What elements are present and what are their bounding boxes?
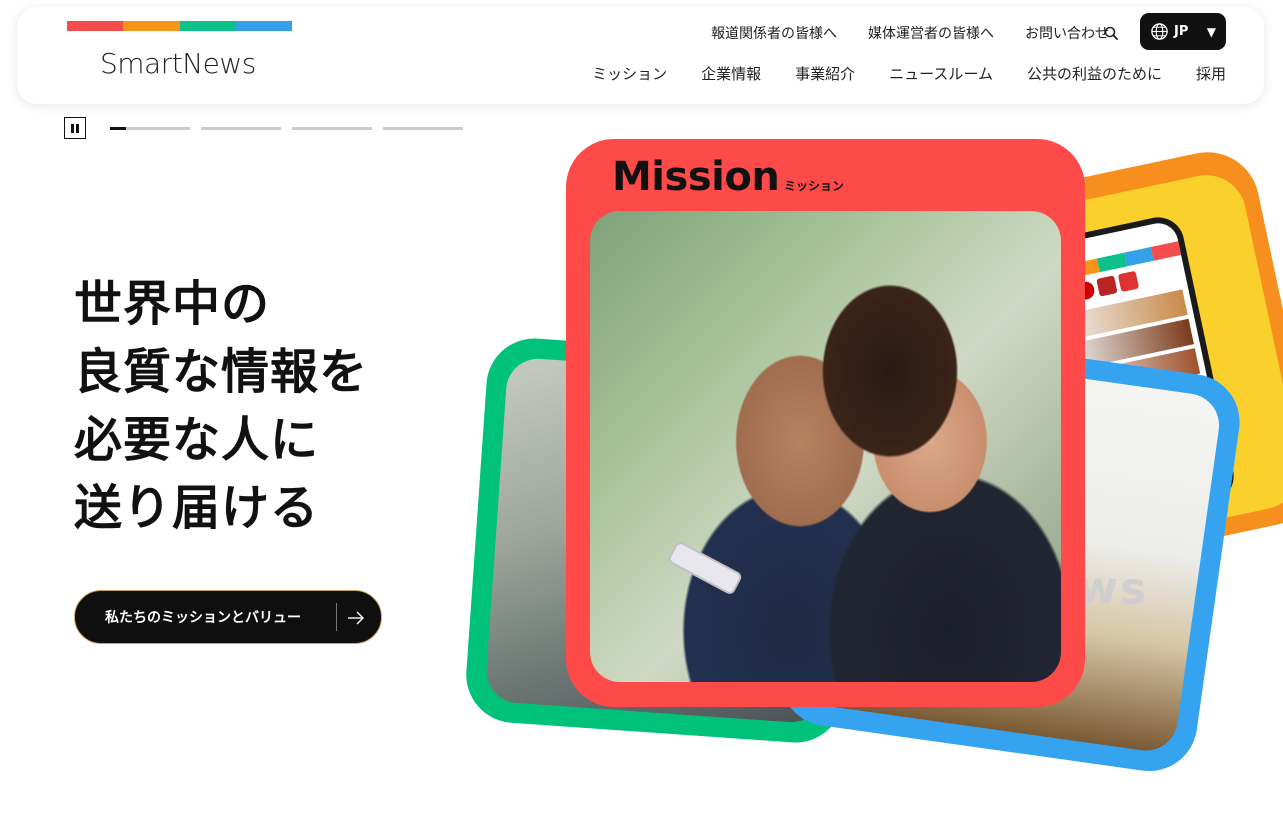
cta-divider (336, 603, 337, 631)
slide-indicator-1[interactable] (110, 127, 190, 130)
pause-icon-bar (76, 123, 79, 133)
nav-company[interactable]: 企業情報 (701, 63, 761, 84)
search-icon (1104, 26, 1118, 40)
util-link-press[interactable]: 報道関係者の皆様へ (711, 23, 837, 43)
main-nav: ミッション 企業情報 事業紹介 ニュースルーム 公共の利益のために 採用 (592, 63, 1226, 84)
mission-title: Mission (612, 154, 780, 200)
util-link-publishers[interactable]: 媒体運営者の皆様へ (868, 23, 994, 43)
nav-public-interest[interactable]: 公共の利益のために (1027, 63, 1162, 84)
site-header: SmartNews 報道関係者の皆様へ 媒体運営者の皆様へ お問い合わせ JP … (17, 7, 1264, 104)
slide-indicator-4[interactable] (383, 127, 463, 130)
language-label: JP (1174, 24, 1189, 39)
slider-pause-button[interactable] (64, 117, 86, 139)
nav-careers[interactable]: 採用 (1196, 63, 1226, 84)
language-selector[interactable]: JP ▼ (1140, 13, 1226, 50)
logo-color-bar (67, 21, 292, 31)
util-link-contact[interactable]: お問い合わせ (1025, 23, 1109, 43)
headline-line: 世界中の (74, 276, 271, 332)
logo-bar-orange (123, 21, 180, 31)
slide-indicator-3[interactable] (292, 127, 372, 130)
mission-values-button[interactable]: 私たちのミッションとバリュー (74, 590, 382, 644)
slide-progress-fill (110, 127, 126, 130)
logo-text: SmartNews (100, 47, 256, 80)
nav-newsroom[interactable]: ニュースルーム (889, 63, 993, 84)
hero-headline: 世界中の 良質な情報を 必要な人に 送り届ける (74, 270, 368, 542)
search-button[interactable] (1103, 25, 1121, 43)
caret-down-icon: ▼ (1206, 25, 1216, 39)
headline-line: 必要な人に (74, 412, 320, 468)
phone-in-hand (666, 540, 744, 596)
logo-bar-green (179, 21, 236, 31)
mission-card[interactable]: Mission ミッション (566, 139, 1085, 707)
arrow-right-icon (348, 611, 364, 625)
smartnews-logo[interactable]: SmartNews (67, 21, 292, 81)
logo-bar-blue (235, 21, 292, 31)
nav-mission[interactable]: ミッション (592, 63, 667, 84)
mission-photo (590, 211, 1061, 682)
cta-label: 私たちのミッションとバリュー (105, 610, 301, 626)
slider-progress (110, 127, 463, 130)
mission-subtitle: ミッション (784, 179, 845, 193)
utility-nav: 報道関係者の皆様へ 媒体運営者の皆様へ お問い合わせ (711, 23, 1109, 43)
logo-bar-red (67, 21, 124, 31)
headline-line: 送り届ける (74, 480, 320, 536)
slide-indicator-2[interactable] (201, 127, 281, 130)
globe-icon (1151, 23, 1168, 40)
headline-line: 良質な情報を (74, 344, 369, 400)
nav-business[interactable]: 事業紹介 (795, 63, 855, 84)
pause-icon (71, 123, 74, 133)
